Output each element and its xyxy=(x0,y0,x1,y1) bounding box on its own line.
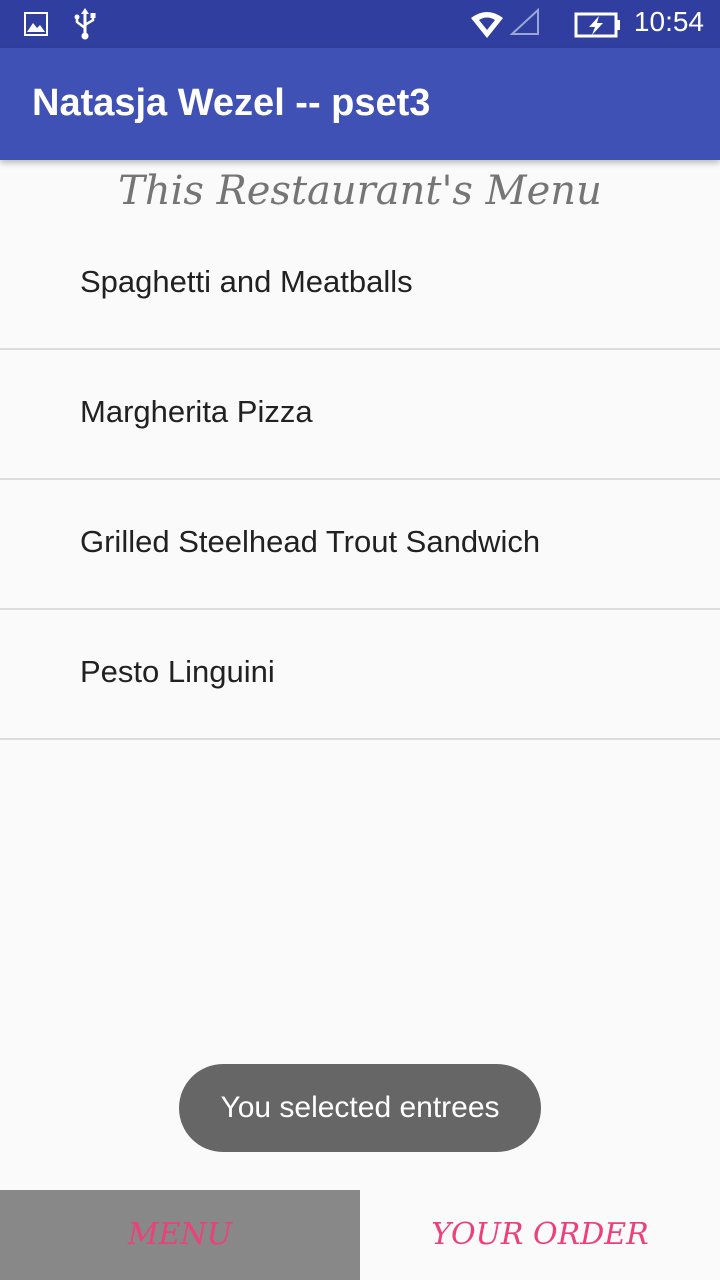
status-time: 10:54 xyxy=(633,6,704,37)
list-item[interactable]: Margherita Pizza xyxy=(0,350,720,480)
list-item[interactable]: Pesto Linguini xyxy=(0,610,720,740)
menu-list: Spaghetti and Meatballs Margherita Pizza… xyxy=(0,220,720,740)
tab-your-order[interactable]: YOUR ORDER xyxy=(360,1190,720,1280)
toast-message: You selected entrees xyxy=(179,1064,541,1152)
image-icon xyxy=(24,8,48,40)
usb-icon xyxy=(72,8,98,40)
app-bar: Natasja Wezel -- pset3 xyxy=(0,48,720,160)
battery-charging-icon xyxy=(574,8,622,40)
bottom-tab-bar: MENU YOUR ORDER xyxy=(0,1190,720,1280)
list-item-label: Margherita Pizza xyxy=(80,394,313,429)
list-item-label: Grilled Steelhead Trout Sandwich xyxy=(80,524,541,559)
list-item-label: Pesto Linguini xyxy=(80,654,275,689)
app-title: Natasja Wezel -- pset3 xyxy=(32,82,431,124)
menu-heading: This Restaurant's Menu xyxy=(118,168,602,214)
wifi-icon xyxy=(470,8,504,40)
cell-signal-icon xyxy=(509,7,540,40)
list-item-label: Spaghetti and Meatballs xyxy=(80,264,413,299)
list-item[interactable]: Spaghetti and Meatballs xyxy=(0,220,720,350)
list-item[interactable]: Grilled Steelhead Trout Sandwich xyxy=(0,480,720,610)
tab-menu[interactable]: MENU xyxy=(0,1190,360,1280)
status-bar: 10:54 xyxy=(0,0,720,48)
